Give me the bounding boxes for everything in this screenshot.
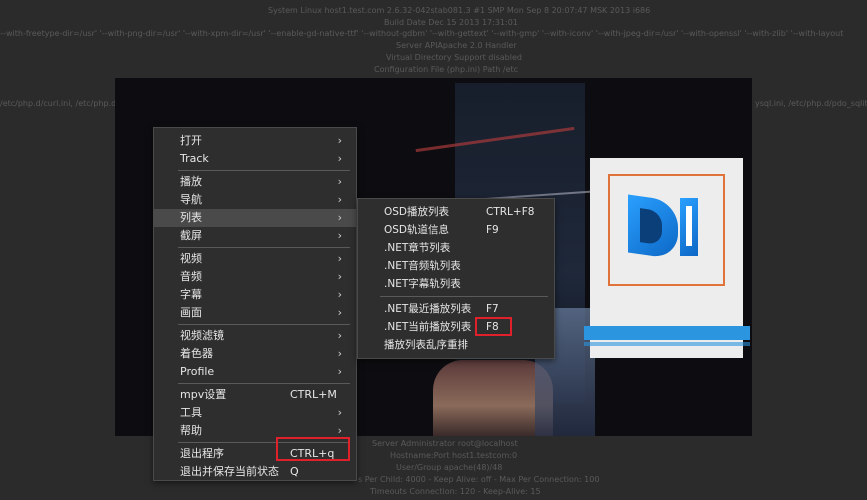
chevron-right-icon: › [337, 306, 342, 319]
menu-item[interactable]: 视频 › [154, 250, 356, 268]
logo-frame [608, 174, 725, 286]
bg-text-line: Server APIApache 2.0 Handler [396, 41, 517, 50]
menu-item-label: .NET当前播放列表 [384, 321, 472, 333]
bg-text-line: Build Date Dec 15 2013 17:31:01 [384, 18, 518, 27]
chevron-right-icon: › [337, 175, 342, 188]
menu-item[interactable]: 播放列表乱序重排 [358, 336, 554, 354]
menu-item[interactable]: 着色器 › [154, 345, 356, 363]
menu-separator [178, 383, 350, 384]
logo-bar-icon [680, 198, 698, 256]
menu-item-label: 退出程序 [180, 447, 224, 460]
menu-item[interactable]: 音频 › [154, 268, 356, 286]
menu-item-label: 导航 [180, 193, 202, 206]
chevron-right-icon: › [337, 252, 342, 265]
menu-item[interactable]: mpv设置 CTRL+M [154, 386, 356, 404]
menu-separator [178, 324, 350, 325]
menu-item-label: 退出并保存当前状态 [180, 465, 279, 478]
menu-item-label: 播放 [180, 175, 202, 188]
menu-item-label: 音频 [180, 270, 202, 283]
menu-item-shortcut: CTRL+F8 [486, 206, 535, 218]
menu-item-label: 视频 [180, 252, 202, 265]
menu-item-label: .NET章节列表 [384, 242, 451, 254]
menu-item[interactable]: .NET最近播放列表 F7 [358, 300, 554, 318]
menu-item-label: Profile [180, 365, 215, 378]
menu-separator [380, 296, 548, 297]
bg-text-line: Virtual Directory Support disabled [386, 53, 522, 62]
menu-item-shortcut: F9 [486, 224, 499, 236]
chevron-right-icon: › [337, 288, 342, 301]
chevron-right-icon: › [337, 193, 342, 206]
menu-item-label: 视频滤镜 [180, 329, 224, 342]
context-menu: 打开 › Track › 播放 › 导航 › 列表 › 截屏 › 视频 › 音频 › 字幕 › 画面 › 视频滤镜 › 着色… [153, 127, 357, 481]
chevron-right-icon: › [337, 329, 342, 342]
bg-text-line: ysql.ini, /etc/php.d/pdo_sqlit [755, 99, 867, 108]
menu-item[interactable]: 截屏 › [154, 227, 356, 245]
menu-item-label: 着色器 [180, 347, 213, 360]
menu-item[interactable]: OSD轨道信息 F9 [358, 221, 554, 239]
logo-d-icon [628, 194, 678, 260]
menu-item[interactable]: 退出并保存当前状态 Q [154, 463, 356, 481]
chevron-right-icon: › [337, 406, 342, 419]
menu-item[interactable]: Track › [154, 150, 356, 168]
menu-item-label: 播放列表乱序重排 [384, 339, 468, 351]
chevron-right-icon: › [337, 211, 342, 224]
menu-item-label: 列表 [180, 211, 202, 224]
card-stripe [584, 342, 750, 346]
chevron-right-icon: › [337, 229, 342, 242]
menu-item[interactable]: 列表 › [154, 209, 356, 227]
menu-item-shortcut: CTRL+M [290, 388, 337, 401]
menu-separator [178, 170, 350, 171]
annotation-box-exit-shortcut [276, 437, 350, 461]
menu-item[interactable]: 视频滤镜 › [154, 327, 356, 345]
menu-item[interactable]: .NET音频轨列表 [358, 257, 554, 275]
menu-item[interactable]: 播放 › [154, 173, 356, 191]
annotation-box-f8-shortcut [475, 317, 512, 336]
video-logo-card [584, 158, 750, 358]
bg-text-line: /etc/php.d/curl.ini, /etc/php.d [0, 99, 117, 108]
chevron-right-icon: › [337, 365, 342, 378]
menu-item[interactable]: Profile › [154, 363, 356, 381]
playlist-submenu: OSD播放列表 CTRL+F8 OSD轨道信息 F9 .NET章节列表 .NET音频轨列表… [357, 198, 555, 359]
menu-item-label: OSD轨道信息 [384, 224, 450, 236]
chevron-right-icon: › [337, 270, 342, 283]
menu-separator [178, 247, 350, 248]
menu-item-label: .NET字幕轨列表 [384, 278, 461, 290]
menu-item-label: mpv设置 [180, 388, 227, 401]
menu-item[interactable]: 工具 › [154, 404, 356, 422]
menu-item-label: 帮助 [180, 424, 202, 437]
menu-item[interactable]: 画面 › [154, 304, 356, 322]
bg-text-line: Server Administrator root@localhost [372, 439, 518, 448]
card-stripe [584, 326, 750, 340]
menu-item[interactable]: 打开 › [154, 132, 356, 150]
bg-text-line: Configuration File (php.ini) Path /etc [374, 65, 519, 74]
menu-item[interactable]: .NET字幕轨列表 [358, 275, 554, 293]
menu-item-label: 画面 [180, 306, 202, 319]
menu-item-label: OSD播放列表 [384, 206, 450, 218]
chevron-right-icon: › [337, 134, 342, 147]
bg-text-line: User/Group apache(48)/48 [396, 463, 503, 472]
chevron-right-icon: › [337, 347, 342, 360]
bg-text-line: Hostname:Port host1.testcom:0 [390, 451, 518, 460]
chevron-right-icon: › [337, 152, 342, 165]
bg-text-line: System Linux host1.test.com 2.6.32-042st… [268, 6, 651, 15]
menu-item-label: 工具 [180, 406, 202, 419]
menu-item-label: .NET最近播放列表 [384, 303, 472, 315]
menu-item-label: 字幕 [180, 288, 202, 301]
bg-text-line: Timeouts Connection: 120 - Keep-Alive: 1… [370, 487, 541, 496]
menu-item-shortcut: F7 [486, 303, 499, 315]
menu-item-shortcut: Q [290, 465, 299, 478]
bg-text-line: s Per Child: 4000 - Keep Alive: off - Ma… [358, 475, 600, 484]
menu-item[interactable]: 字幕 › [154, 286, 356, 304]
bg-text-line: '--with-freetype-dir=/usr' '--with-png-d… [0, 29, 844, 38]
menu-item-label: 打开 [180, 134, 202, 147]
menu-item-label: .NET音频轨列表 [384, 260, 461, 272]
menu-item[interactable]: .NET章节列表 [358, 239, 554, 257]
menu-item-label: 截屏 [180, 229, 202, 242]
menu-item[interactable]: 导航 › [154, 191, 356, 209]
menu-item[interactable]: .NET当前播放列表 F8 [358, 318, 554, 336]
menu-item[interactable]: OSD播放列表 CTRL+F8 [358, 203, 554, 221]
menu-item-label: Track [180, 152, 209, 165]
